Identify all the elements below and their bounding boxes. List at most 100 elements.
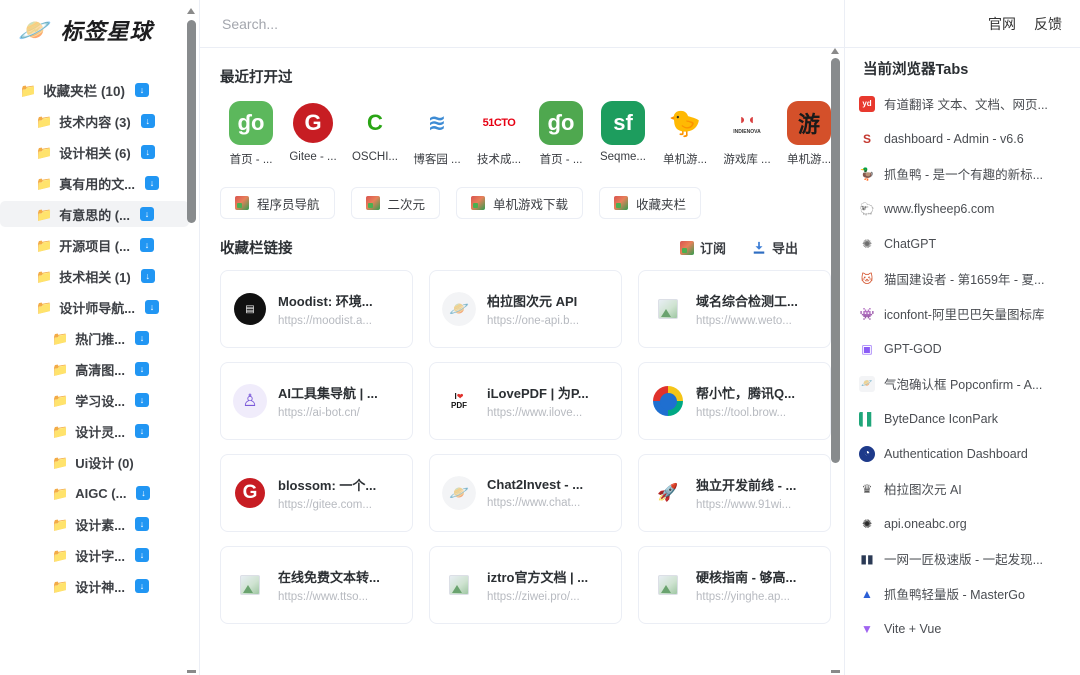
- scroll-up-arrow-icon[interactable]: [187, 8, 195, 14]
- scroll-thumb[interactable]: [831, 58, 840, 463]
- browser-tab-item[interactable]: ✺ChatGPT: [859, 233, 1060, 254]
- download-folder-icon[interactable]: ↓: [145, 176, 159, 190]
- sidebar-folder-label: 设计字...: [75, 546, 125, 565]
- scroll-down-arrow-icon[interactable]: [187, 670, 196, 673]
- sidebar-folder-item[interactable]: 📁Ui设计 (0): [0, 449, 189, 475]
- scroll-thumb[interactable]: [187, 20, 196, 223]
- brand[interactable]: 🪐 标签星球: [0, 0, 199, 58]
- center-scrollbar[interactable]: [830, 48, 841, 675]
- browser-tab-item[interactable]: ◔Authentication Dashboard: [859, 443, 1060, 464]
- export-button[interactable]: 导出: [752, 238, 798, 257]
- browser-tab-item[interactable]: ♛柏拉图次元 AI: [859, 478, 1060, 499]
- bookmark-card[interactable]: ♙AI工具集导航 | ...https://ai-bot.cn/: [220, 362, 413, 440]
- recently-opened-list: ɠo首页 - ...GGitee - ...COSCHI...≋博客园 ...5…: [220, 101, 814, 167]
- export-icon: [752, 241, 766, 255]
- search-input[interactable]: [222, 16, 642, 32]
- browser-tab-item[interactable]: 🐱猫国建设者 - 第1659年 - 夏...: [859, 268, 1060, 289]
- bookmark-card[interactable]: I❤PDFiLovePDF | 为P...https://www.ilove..…: [429, 362, 622, 440]
- sidebar-folder-item[interactable]: 📁开源项目 (...↓: [0, 232, 189, 258]
- recent-site-item[interactable]: sfSeqme...: [592, 101, 654, 167]
- download-folder-icon[interactable]: ↓: [141, 269, 155, 283]
- download-folder-icon[interactable]: ↓: [135, 331, 149, 345]
- bookmark-folder-pill[interactable]: 程序员导航: [220, 187, 335, 219]
- bookmark-folder-pill[interactable]: 二次元: [351, 187, 441, 219]
- download-folder-icon[interactable]: ↓: [145, 300, 159, 314]
- download-folder-icon[interactable]: ↓: [135, 362, 149, 376]
- browser-tab-item[interactable]: Sdashboard - Admin - v6.6: [859, 128, 1060, 149]
- browser-tab-item[interactable]: 🪐气泡确认框 Popconfirm - A...: [859, 373, 1060, 394]
- browser-tab-item[interactable]: ▼Vite + Vue: [859, 618, 1060, 639]
- bookmark-folder-pill[interactable]: 收藏夹栏: [599, 187, 701, 219]
- browser-tab-item[interactable]: ▣GPT-GOD: [859, 338, 1060, 359]
- bookmark-card[interactable]: 域名综合检测工...https://www.weto...: [638, 270, 831, 348]
- feedback-link[interactable]: 反馈: [1034, 14, 1062, 34]
- sidebar-folder-item[interactable]: 📁设计相关 (6)↓: [0, 139, 189, 165]
- download-folder-icon[interactable]: ↓: [135, 424, 149, 438]
- rocket-icon: 🚀: [651, 476, 685, 510]
- sidebar-folder-item[interactable]: 📁收藏夹栏 (10)↓: [0, 77, 189, 103]
- browser-tab-item[interactable]: ▌▌ByteDance IconPark: [859, 408, 1060, 429]
- sidebar-folder-label: 收藏夹栏 (10): [43, 80, 125, 100]
- recent-site-item[interactable]: ɠo首页 - ...: [530, 101, 592, 167]
- download-folder-icon[interactable]: ↓: [135, 517, 149, 531]
- sidebar-folder-item[interactable]: 📁设计师导航...↓: [0, 294, 189, 320]
- scroll-down-arrow-icon[interactable]: [831, 670, 840, 673]
- bookmark-card[interactable]: 硬核指南 - 够高...https://yinghe.ap...: [638, 546, 831, 624]
- download-folder-icon[interactable]: ↓: [135, 548, 149, 562]
- download-folder-icon[interactable]: ↓: [140, 207, 154, 221]
- browser-tab-item[interactable]: ▲抓鱼鸭轻量版 - MasterGo: [859, 583, 1060, 604]
- sidebar-folder-item[interactable]: 📁技术内容 (3)↓: [0, 108, 189, 134]
- browser-tab-item[interactable]: ✺api.oneabc.org: [859, 513, 1060, 534]
- download-folder-icon[interactable]: ↓: [136, 486, 150, 500]
- bookmark-card[interactable]: iztro官方文档 | ...https://ziwei.pro/...: [429, 546, 622, 624]
- sidebar-scrollbar[interactable]: [186, 8, 197, 675]
- browser-tab-label: ByteDance IconPark: [884, 412, 998, 426]
- folder-icon: 📁: [52, 549, 68, 562]
- bookmark-folder-pill[interactable]: 单机游戏下载: [456, 187, 583, 219]
- sidebar-folder-item[interactable]: 📁真有用的文...↓: [0, 170, 189, 196]
- official-site-link[interactable]: 官网: [988, 14, 1016, 34]
- bookmark-card[interactable]: Gblossom: 一个...https://gitee.com...: [220, 454, 413, 532]
- browser-tab-item[interactable]: yd有道翻译 文本、文档、网页...: [859, 93, 1060, 114]
- recent-site-item[interactable]: COSCHI...: [344, 101, 406, 167]
- bookmark-card-title: 柏拉图次元 API: [487, 291, 609, 310]
- sidebar-folder-item[interactable]: 📁学习设...↓: [0, 387, 189, 413]
- browser-tab-label: dashboard - Admin - v6.6: [884, 132, 1024, 146]
- browser-tab-label: 抓鱼鸭轻量版 - MasterGo: [884, 584, 1025, 603]
- bookmark-card[interactable]: 在线免费文本转...https://www.ttso...: [220, 546, 413, 624]
- scroll-up-arrow-icon[interactable]: [831, 48, 839, 54]
- recent-site-item[interactable]: ◗◖INDIENOVA游戏库 ...: [716, 101, 778, 167]
- sidebar-folder-item[interactable]: 📁热门推...↓: [0, 325, 189, 351]
- browser-tab-item[interactable]: 🦆抓鱼鸭 - 是一个有趣的新标...: [859, 163, 1060, 184]
- download-folder-icon[interactable]: ↓: [141, 145, 155, 159]
- sidebar-folder-item[interactable]: 📁设计神...↓: [0, 573, 189, 599]
- recent-site-item[interactable]: 🐤单机游...: [654, 101, 716, 167]
- download-folder-icon[interactable]: ↓: [140, 238, 154, 252]
- bookmark-card[interactable]: 帮小忙，腾讯Q...https://tool.brow...: [638, 362, 831, 440]
- recent-site-item[interactable]: 51CTO技术成...: [468, 101, 530, 167]
- sidebar-folder-item[interactable]: 📁有意思的 (...↓: [0, 201, 189, 227]
- sidebar-folder-item[interactable]: 📁高清图...↓: [0, 356, 189, 382]
- download-folder-icon[interactable]: ↓: [135, 83, 149, 97]
- bookmark-card-text: iLovePDF | 为P...https://www.ilove...: [487, 383, 609, 419]
- browser-tab-item[interactable]: 🐑www.flysheep6.com: [859, 198, 1060, 219]
- sidebar-folder-item[interactable]: 📁设计素...↓: [0, 511, 189, 537]
- bookmark-card[interactable]: 🪐Chat2Invest - ...https://www.chat...: [429, 454, 622, 532]
- sidebar-folder-item[interactable]: 📁AIGC (...↓: [0, 480, 189, 506]
- sidebar-folder-item[interactable]: 📁技术相关 (1)↓: [0, 263, 189, 289]
- download-folder-icon[interactable]: ↓: [135, 393, 149, 407]
- sidebar-folder-item[interactable]: 📁 设计字... ↓: [0, 542, 189, 568]
- sidebar-folder-item[interactable]: 📁设计灵...↓: [0, 418, 189, 444]
- bookmark-card[interactable]: ▤Moodist: 环境...https://moodist.a...: [220, 270, 413, 348]
- site-favicon: G: [291, 101, 335, 145]
- recent-site-item[interactable]: ≋博客园 ...: [406, 101, 468, 167]
- recent-site-item[interactable]: ɠo首页 - ...: [220, 101, 282, 167]
- bookmark-card[interactable]: 🪐柏拉图次元 APIhttps://one-api.b...: [429, 270, 622, 348]
- browser-tab-item[interactable]: ▮▮一网一匠极速版 - 一起发现...: [859, 548, 1060, 569]
- subscribe-button[interactable]: 订阅: [680, 238, 726, 257]
- recent-site-item[interactable]: GGitee - ...: [282, 101, 344, 167]
- browser-tab-item[interactable]: 👾iconfont-阿里巴巴矢量图标库: [859, 303, 1060, 324]
- download-folder-icon[interactable]: ↓: [135, 579, 149, 593]
- download-folder-icon[interactable]: ↓: [141, 114, 155, 128]
- bookmark-card[interactable]: 🚀独立开发前线 - ...https://www.91wi...: [638, 454, 831, 532]
